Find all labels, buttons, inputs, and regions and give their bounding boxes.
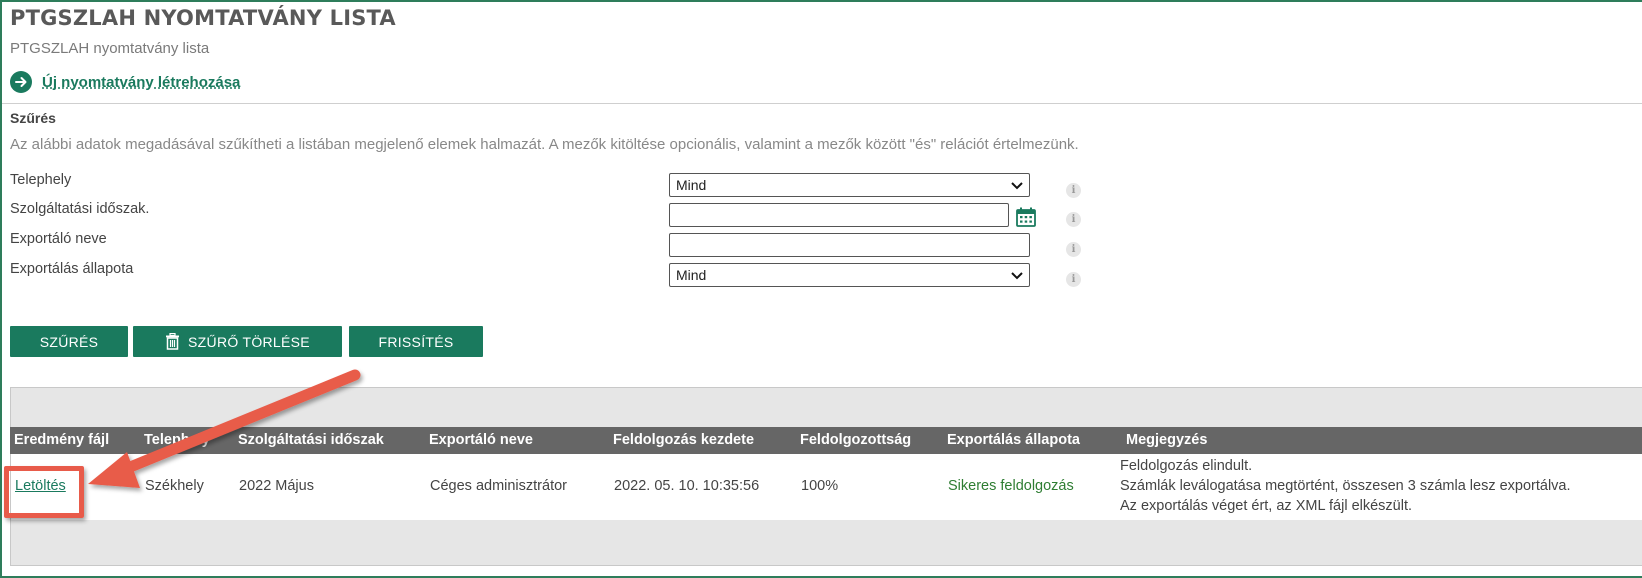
col-header-file[interactable]: Eredmény fájl xyxy=(14,432,109,448)
row-progress: 100% xyxy=(801,478,839,494)
new-form-link[interactable]: Új nyomtatvány létrehozása xyxy=(42,74,240,91)
col-header-site[interactable]: Telephely xyxy=(144,432,210,448)
page-subtitle: PTGSZLAH nyomtatvány lista xyxy=(10,40,210,57)
grid-footer xyxy=(10,520,1642,566)
row-note-1: Feldolgozás elindult. xyxy=(1120,458,1253,474)
exporter-label: Exportáló neve xyxy=(10,231,107,247)
filter-title: Szűrés xyxy=(10,110,56,126)
filter-description: Az alábbi adatok megadásával szűkítheti … xyxy=(10,136,1079,153)
filter-button[interactable]: SZŰRÉS xyxy=(10,326,128,357)
row-exporter: Céges adminisztrátor xyxy=(430,478,567,494)
export-status-select-value: Mind xyxy=(676,267,707,283)
col-header-start[interactable]: Feldolgozás kezdete xyxy=(613,432,754,448)
period-input[interactable] xyxy=(669,203,1009,227)
col-header-progress[interactable]: Feldolgozottság xyxy=(800,432,911,448)
table-row: Letöltés Székhely 2022 Május Céges admin… xyxy=(10,454,1642,520)
row-site: Székhely xyxy=(145,478,204,494)
row-note-3: Az exportálás véget ért, az XML fájl elk… xyxy=(1120,498,1413,514)
highlight-box xyxy=(4,466,84,518)
col-header-period[interactable]: Szolgáltatási időszak xyxy=(238,432,384,448)
grid-header: Eredmény fájl Telephely Szolgáltatási id… xyxy=(10,427,1642,454)
export-status-label: Exportálás állapota xyxy=(10,261,134,277)
period-label: Szolgáltatási időszak. xyxy=(10,201,150,217)
col-header-exporter[interactable]: Exportáló neve xyxy=(429,432,533,448)
row-period: 2022 Május xyxy=(239,478,314,494)
grid-toolbar xyxy=(10,387,1642,427)
row-note-2: Számlák leválogatása megtörtént, összese… xyxy=(1120,478,1571,494)
divider xyxy=(2,103,1642,104)
info-icon[interactable]: i xyxy=(1066,272,1081,287)
calendar-icon[interactable] xyxy=(1015,206,1037,228)
page-title: PTGSZLAH NYOMTATVÁNY LISTA xyxy=(10,6,396,30)
row-status: Sikeres feldolgozás xyxy=(948,478,1074,494)
col-header-notes[interactable]: Megjegyzés xyxy=(1126,432,1207,448)
row-start: 2022. 05. 10. 10:35:56 xyxy=(614,478,760,494)
info-icon[interactable]: i xyxy=(1066,242,1081,257)
clear-filter-label: SZŰRŐ TÖRLÉSE xyxy=(188,333,310,350)
refresh-button[interactable]: FRISSÍTÉS xyxy=(349,326,483,357)
chevron-down-icon xyxy=(1011,267,1023,283)
chevron-down-icon xyxy=(1011,177,1023,193)
exporter-input[interactable] xyxy=(669,233,1030,257)
info-icon[interactable]: i xyxy=(1066,212,1081,227)
info-icon[interactable]: i xyxy=(1066,183,1081,198)
export-status-select[interactable]: Mind xyxy=(669,263,1030,287)
col-header-status[interactable]: Exportálás állapota xyxy=(947,432,1080,448)
site-select[interactable]: Mind xyxy=(669,173,1030,197)
site-select-value: Mind xyxy=(676,177,707,193)
new-form-link-group[interactable]: Új nyomtatvány létrehozása xyxy=(10,71,240,93)
arrow-right-circle-icon xyxy=(10,71,32,93)
trash-icon xyxy=(165,333,180,350)
site-label: Telephely xyxy=(10,172,72,188)
clear-filter-button[interactable]: SZŰRŐ TÖRLÉSE xyxy=(133,326,342,357)
